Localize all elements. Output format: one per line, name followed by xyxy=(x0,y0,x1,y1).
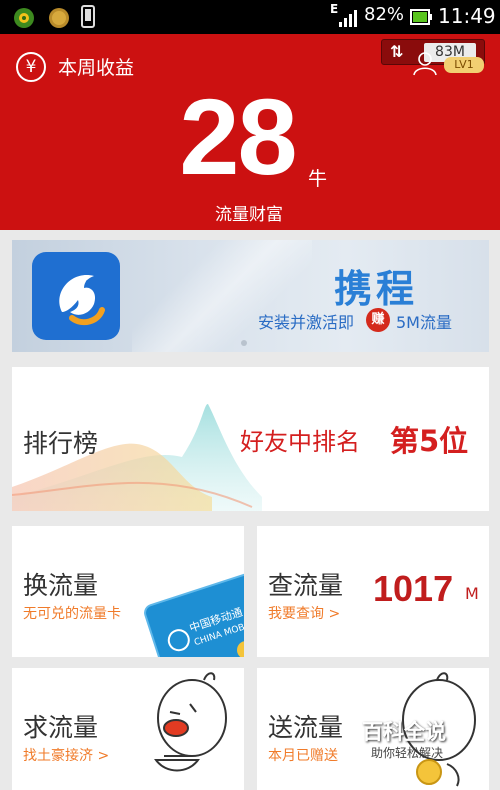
transfer-arrows-icon: ⇅ xyxy=(390,42,404,61)
watermark: 百科全说 助你轻松解决 xyxy=(362,716,462,766)
yuan-icon: ¥ xyxy=(16,52,46,82)
phone-icon xyxy=(81,5,95,28)
user-icon[interactable] xyxy=(412,50,438,76)
app-notification-icon xyxy=(14,8,34,28)
ctrip-app-icon xyxy=(32,252,120,340)
send-title: 送流量 xyxy=(268,713,344,742)
watermark-sub: 助你轻松解决 xyxy=(371,746,444,760)
exchange-title: 换流量 xyxy=(23,571,99,600)
remaining-traffic-unit: M xyxy=(465,584,479,603)
reward-text: 5M流量 xyxy=(396,313,452,332)
status-bar: E 82% 11:49 xyxy=(0,0,500,34)
earnings-header: ¥ 本周收益 ⇅ 83M LV1 28 牛 流量财富 xyxy=(0,34,500,230)
carousel-dot[interactable] xyxy=(241,340,247,346)
request-subtitle[interactable]: 找土豪接济 > xyxy=(23,745,109,765)
begging-mascot-illustration xyxy=(154,672,227,772)
ranking-title: 排行榜 xyxy=(23,429,99,458)
wealth-label: 流量财富 xyxy=(215,205,283,225)
exchange-subtitle: 无可兑的流量卡 xyxy=(23,606,121,622)
dolphin-icon xyxy=(59,274,105,326)
query-title: 查流量 xyxy=(268,571,344,600)
ranking-subtitle: 好友中排名 xyxy=(240,428,360,456)
remaining-traffic-value: 1017 xyxy=(373,568,454,609)
ranking-position: 第5位 xyxy=(390,424,469,458)
coin-notification-icon xyxy=(49,8,69,28)
clock: 11:49 xyxy=(438,4,496,28)
battery-icon xyxy=(410,9,432,25)
request-title: 求流量 xyxy=(23,713,99,742)
earn-badge: 赚 xyxy=(366,308,390,332)
level-badge: LV1 xyxy=(444,57,484,73)
sim-card-illustration: 中国移动通 CHINA MOB xyxy=(144,572,244,657)
install-text: 安装并激活即 xyxy=(258,313,355,332)
points-value: 28 xyxy=(179,76,297,197)
week-earnings-label: 本周收益 xyxy=(58,57,135,79)
banner-decoration xyxy=(132,240,312,352)
send-subtitle: 本月已赠送 xyxy=(268,748,338,764)
battery-percent: 82% xyxy=(364,4,405,25)
exchange-traffic-card[interactable]: 换流量 无可兑的流量卡 中国移动通 CHINA MOB xyxy=(12,526,244,657)
promo-banner[interactable]: 携程 安装并激活即 赚 5M流量 xyxy=(12,240,489,352)
query-subtitle[interactable]: 我要查询 > xyxy=(268,603,340,623)
signal-icon xyxy=(339,10,357,27)
points-unit: 牛 xyxy=(308,168,328,190)
ranking-card[interactable]: 排行榜 好友中排名 第5位 xyxy=(12,367,489,511)
brand-name: 携程 xyxy=(334,267,419,311)
query-traffic-card[interactable]: 查流量 我要查询 > 1017 M xyxy=(257,526,489,657)
request-traffic-card[interactable]: 求流量 找土豪接济 > xyxy=(12,668,244,790)
watermark-main: 百科全说 xyxy=(362,720,446,744)
